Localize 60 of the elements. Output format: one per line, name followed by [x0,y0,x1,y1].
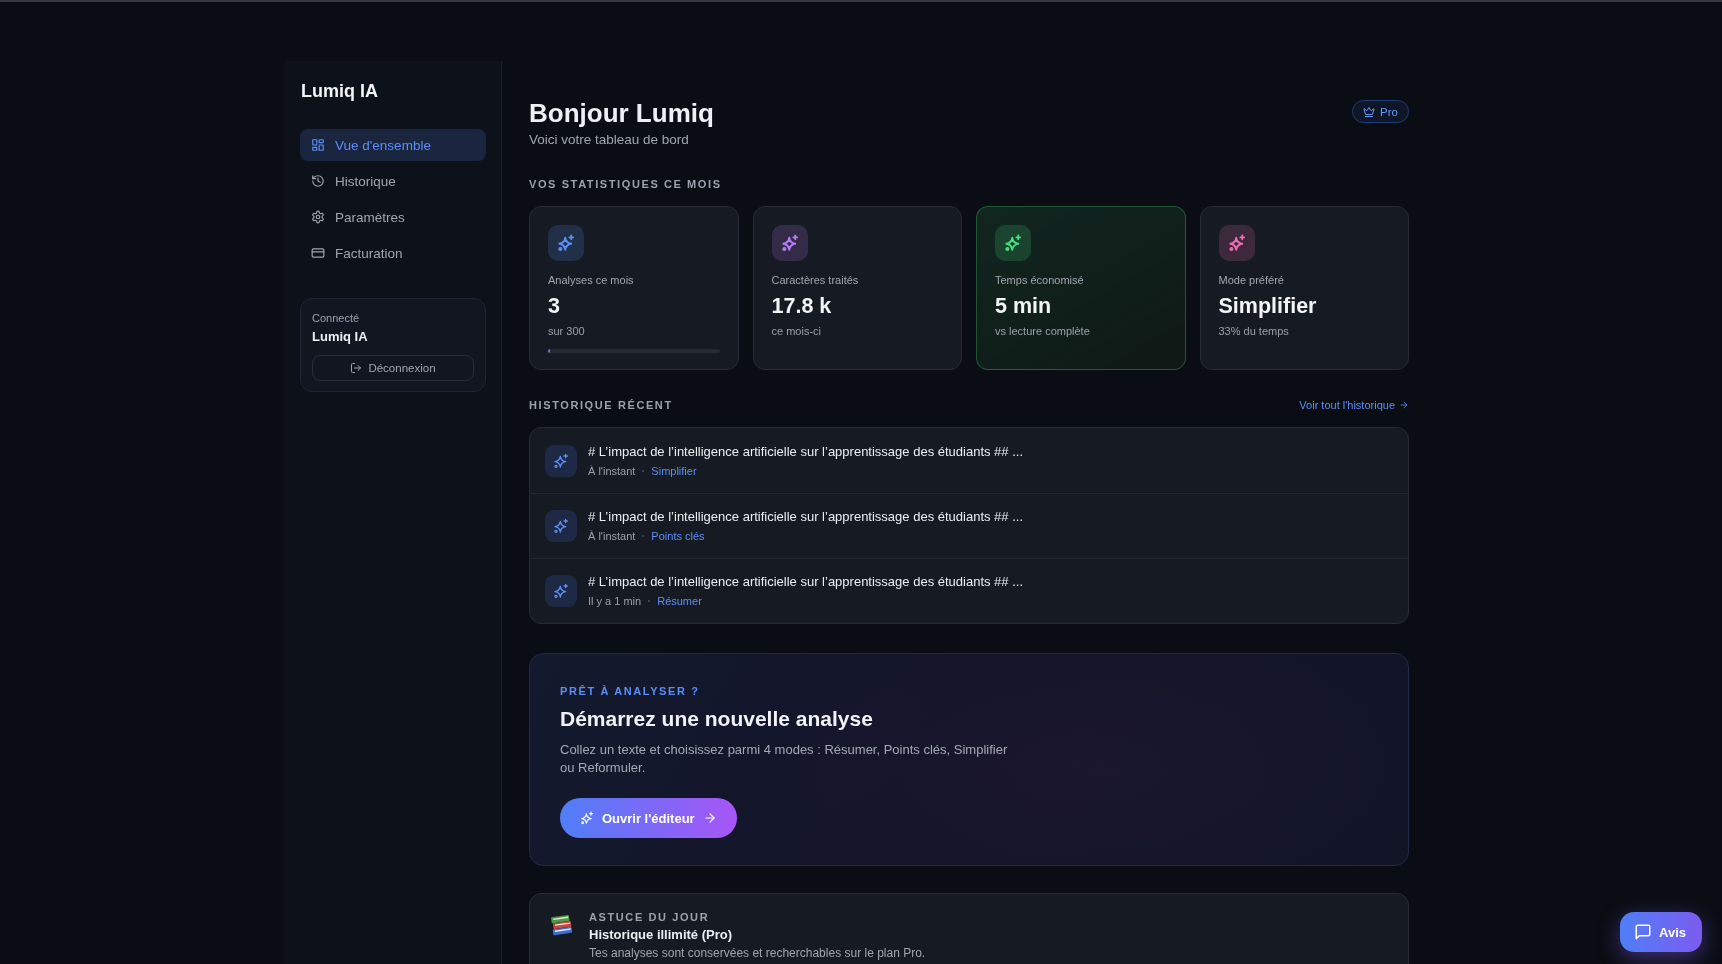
sparkles-icon [545,510,577,542]
stat-caption: sur 300 [548,324,585,338]
open-editor-button[interactable]: Ouvrir l'éditeur [560,798,737,838]
view-all-history-link[interactable]: Voir tout l'historique [1299,398,1409,412]
sparkles-icon [545,444,577,477]
stat-caption: vs lecture complète [995,324,1090,338]
logout-icon [350,362,363,374]
history-time: Il y a 1 min [588,594,642,608]
feedback-button[interactable]: Avis [1620,912,1702,952]
sparkles-icon [580,811,594,825]
crown-icon [1363,105,1376,118]
status-label: Connecté [312,311,360,325]
history-time: À l'instant [588,529,636,543]
section-heading: HISTORIQUE RÉCENT [529,398,673,412]
greeting-subtitle: Voici votre tableau de bord [529,131,689,149]
arrow-right-icon [702,811,717,825]
nav-item[interactable]: Historique [300,165,486,197]
arrow-right-icon [1399,400,1409,410]
stat-value: 3 [548,293,560,320]
tip-text: Tes analyses sont conservées et recherchables sur le plan Pro. [589,946,926,960]
history-item-title[interactable]: # L’impact de l’intelligence artificielle sur l’apprentissage des étudiants ## ... [588,443,1024,460]
history-icon [311,174,325,188]
chat-bubble-icon [1634,923,1652,941]
stat-label: Caractères traités [771,273,859,287]
dashboard-grid-icon [311,138,325,152]
cta-description: Collez un texte et choisissez parmi 4 modes : Résumer, Points clés, Simplifier ou Reformuler. [560,741,1009,777]
nav-item[interactable]: Paramètres [300,201,486,233]
sparkles-icon [548,225,584,261]
history-item-title[interactable]: # L’impact de l’intelligence artificielle sur l’apprentissage des étudiants ## ... [588,509,1024,525]
stat-caption: 33% du temps [1218,324,1289,338]
stat-label: Temps économisé [995,273,1084,287]
history-item-title[interactable]: # L’impact de l’intelligence artificielle sur l’apprentissage des étudiants ## ... [588,574,1024,590]
settings-icon [311,210,325,224]
section-heading: VOS STATISTIQUES CE MOIS [529,177,722,191]
tip-title: Historique illimité (Pro) [589,927,732,943]
logout-button[interactable]: Déconnexion [312,355,474,381]
sparkles-icon [1218,225,1255,261]
tip-eyebrow: ASTUCE DU JOUR [589,910,710,924]
cta-eyebrow: PRÊT À ANALYSER ? [560,684,700,698]
cta-title: Démarrez une nouvelle analyse [560,706,873,732]
sparkles-icon [771,225,808,261]
stat-value: 17.8 k [771,293,832,320]
stat-caption: ce mois-ci [771,324,821,338]
stat-label: Analyses ce mois [548,273,634,287]
account-name: Lumiq IA [312,329,368,345]
history-time: À l'instant [588,463,636,478]
stat-value: 5 min [995,293,1052,320]
stat-label: Mode préféré [1218,273,1284,287]
history-mode: Simplifier [651,463,697,478]
sparkles-icon [545,575,577,607]
app-logo: Lumiq IA [301,80,378,103]
nav-item[interactable]: Vue d'ensemble [300,129,486,161]
history-mode: Résumer [657,594,702,608]
stat-value: Simplifier [1218,293,1317,320]
history-mode: Points clés [651,529,705,543]
sparkles-icon [995,225,1031,261]
credit-card-icon [311,246,325,260]
greeting-title: Bonjour Lumiq [529,97,714,130]
plan-badge[interactable]: Pro [1352,100,1409,123]
nav-item[interactable]: Facturation [300,237,486,269]
